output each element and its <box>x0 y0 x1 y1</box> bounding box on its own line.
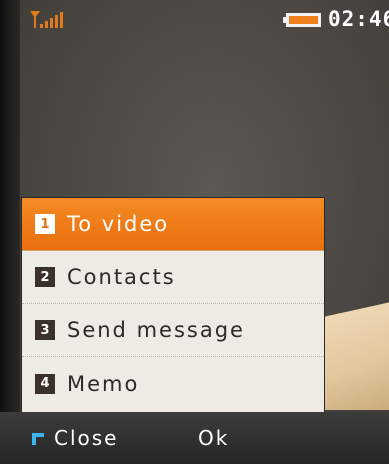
menu-item-label: Contacts <box>67 265 176 289</box>
signal-bars-icon <box>30 11 63 28</box>
menu-item-number: 1 <box>35 214 55 234</box>
battery-icon <box>283 13 321 27</box>
options-menu: 1 To video 2 Contacts 3 Send message 4 M… <box>22 198 324 412</box>
phone-screen: 02:46 1 To video 2 Contacts 3 Send messa… <box>0 0 389 464</box>
softkey-bar: Close Ok <box>0 412 389 464</box>
menu-item-memo[interactable]: 4 Memo <box>22 357 324 410</box>
ok-softkey[interactable]: Ok <box>198 426 229 450</box>
menu-item-to-video[interactable]: 1 To video <box>22 198 324 251</box>
menu-item-label: Memo <box>67 371 140 396</box>
menu-item-number: 2 <box>35 267 55 287</box>
softkey-corner-icon <box>32 433 44 445</box>
close-softkey[interactable]: Close <box>54 426 118 450</box>
menu-item-number: 3 <box>35 320 55 340</box>
menu-item-contacts[interactable]: 2 Contacts <box>22 251 324 304</box>
screen-bezel <box>0 0 20 464</box>
menu-item-number: 4 <box>35 373 55 394</box>
menu-item-label: To video <box>67 212 170 236</box>
status-bar: 02:46 <box>0 0 389 36</box>
clock: 02:46 <box>328 7 389 31</box>
menu-item-label: Send message <box>67 318 245 342</box>
menu-item-send-message[interactable]: 3 Send message <box>22 304 324 357</box>
